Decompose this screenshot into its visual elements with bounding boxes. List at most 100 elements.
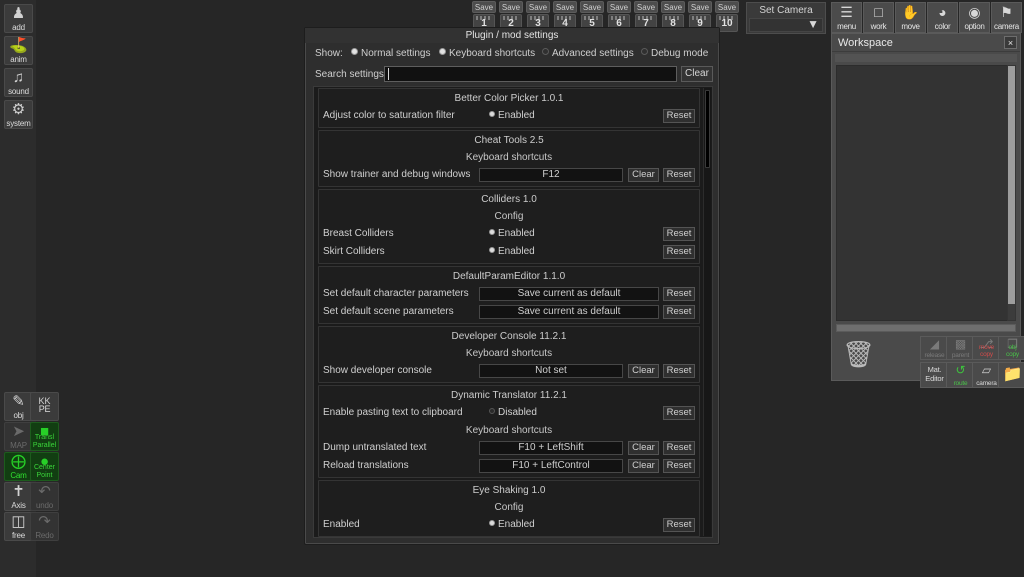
save-button[interactable]: Save	[526, 1, 550, 13]
clapperboard-camera-icon: ⚑	[1000, 4, 1013, 20]
sidebar-item-label: free	[12, 531, 25, 540]
toolbar-button-move[interactable]: ✋ move	[895, 2, 926, 33]
workspace-parent-button[interactable]: ▩ parent	[946, 336, 975, 360]
setting-row: Show trainer and debug windows F12 Clear Re…	[319, 166, 699, 184]
shortcut-field[interactable]: F10 + LeftControl	[479, 459, 623, 473]
workspace-object-list[interactable]	[836, 65, 1008, 321]
sidebar-item-transl-parallel[interactable]: ■ Transl Parallel	[30, 422, 59, 451]
workspace-move-copy-button[interactable]: ⎇ move copy	[972, 336, 1001, 360]
sidebar-item-sound[interactable]: ♫ sound	[4, 68, 33, 97]
toolbar-button-color[interactable]: ◕ color	[927, 2, 958, 33]
reset-button[interactable]: Reset	[663, 168, 695, 182]
workspace-scrollbar-thumb[interactable]	[1008, 66, 1015, 304]
action-field[interactable]: Save current as default	[479, 305, 659, 319]
save-button[interactable]: Save	[634, 1, 658, 13]
workspace-hscrollbar[interactable]	[836, 324, 1016, 332]
workspace-button-label: release	[924, 352, 945, 359]
reset-button[interactable]: Reset	[663, 305, 695, 319]
save-button[interactable]: Save	[688, 1, 712, 13]
action-field[interactable]: Save current as default	[479, 287, 659, 301]
workspace-folder-button[interactable]: 📁	[998, 362, 1024, 388]
toolbar-button-menu[interactable]: ☰ menu	[831, 2, 862, 33]
radio-debug-mode[interactable]: Debug mode	[641, 47, 708, 61]
plugin-card: Better Color Picker 1.0.1 Adjust color to…	[318, 88, 700, 128]
close-icon[interactable]: ×	[1004, 36, 1017, 49]
save-button[interactable]: Save	[715, 1, 739, 13]
app-root: ♟ add ⛳ anim ♫ sound ⚙ system ✎ obj KK P…	[0, 0, 1024, 577]
save-button[interactable]: Save	[580, 1, 604, 13]
sidebar-item-system[interactable]: ⚙ system	[4, 100, 33, 129]
sidebar-item-free[interactable]: ◫ free	[4, 512, 33, 541]
sidebar-item-cam[interactable]: ⨁ Cam	[4, 452, 33, 481]
sidebar-item-anim[interactable]: ⛳ anim	[4, 36, 33, 65]
workspace-obj-copy-button[interactable]: ❐ obj copy	[998, 336, 1024, 360]
shortcut-field[interactable]: Not set	[479, 364, 623, 378]
sidebar-item-label: sound	[8, 87, 29, 96]
setting-label: Skirt Colliders	[323, 246, 385, 257]
workspace-release-button[interactable]: ◢ release	[920, 336, 949, 360]
workspace-route-button[interactable]: ↺ route	[946, 362, 975, 388]
toolbar-button-work[interactable]: □ work	[863, 2, 894, 33]
gears-icon: ⚙	[11, 101, 26, 118]
save-button[interactable]: Save	[499, 1, 523, 13]
reset-button[interactable]: Reset	[663, 227, 695, 241]
setting-row: Set default character parameters Save cur…	[319, 285, 699, 303]
setting-toggle[interactable]: Enabled	[489, 243, 535, 261]
save-button[interactable]: Save	[472, 1, 496, 13]
reset-button[interactable]: Reset	[663, 287, 695, 301]
setting-row: Show developer console Not set Clear Reset	[319, 362, 699, 380]
color-palette-icon: ◕	[938, 4, 947, 20]
sidebar-item-undo[interactable]: ↶ undo	[30, 482, 59, 511]
toggle-indicator	[489, 247, 495, 253]
shortcut-field[interactable]: F10 + LeftShift	[479, 441, 623, 455]
setting-label: Enable pasting text to clipboard	[323, 407, 463, 418]
clear-search-button[interactable]: Clear	[681, 66, 713, 82]
workspace-material-editor-button[interactable]: Mat. Editor	[920, 362, 949, 388]
setting-toggle[interactable]: Enabled	[489, 225, 535, 243]
reset-button[interactable]: Reset	[663, 459, 695, 473]
radio-label: Keyboard shortcuts	[449, 48, 536, 59]
clear-button[interactable]: Clear	[628, 459, 659, 473]
plugin-title: Better Color Picker 1.0.1	[454, 93, 564, 104]
clear-button[interactable]: Clear	[628, 441, 659, 455]
clear-button[interactable]: Clear	[628, 168, 659, 182]
sidebar-item-kkpe[interactable]: KK PE	[30, 392, 59, 421]
shortcut-field[interactable]: F12	[479, 168, 623, 182]
radio-indicator	[641, 48, 648, 55]
radio-advanced-settings[interactable]: Advanced settings	[542, 47, 634, 61]
reset-button[interactable]: Reset	[663, 109, 695, 123]
settings-scrollbar-thumb[interactable]	[705, 90, 710, 168]
settings-scrollbar[interactable]	[703, 88, 711, 536]
save-button[interactable]: Save	[607, 1, 631, 13]
setting-toggle[interactable]: Disabled	[489, 404, 537, 422]
save-button[interactable]: Save	[553, 1, 577, 13]
sidebar-item-obj[interactable]: ✎ obj	[4, 392, 33, 421]
setting-row: Set default scene parameters Save current…	[319, 303, 699, 321]
toolbar-button-camera[interactable]: ⚑ camera	[991, 2, 1022, 33]
sidebar-item-redo[interactable]: ↷ Redo	[30, 512, 59, 541]
reset-button[interactable]: Reset	[663, 245, 695, 259]
workspace-scrollbar[interactable]	[1007, 65, 1016, 321]
save-button[interactable]: Save	[661, 1, 685, 13]
setting-toggle[interactable]: Enabled	[489, 516, 535, 534]
reset-button[interactable]: Reset	[663, 518, 695, 532]
sidebar-item-center-point[interactable]: ● Center Point	[30, 452, 59, 481]
radio-normal-settings[interactable]: Normal settings	[351, 47, 430, 61]
clear-button[interactable]: Clear	[628, 364, 659, 378]
plugin-title: Dynamic Translator 11.2.1	[451, 390, 567, 401]
set-camera-control[interactable]: Set Camera ▼	[746, 2, 826, 34]
reset-button[interactable]: Reset	[663, 441, 695, 455]
search-input[interactable]	[384, 66, 677, 82]
trash-can-icon[interactable]: 🗑	[842, 337, 875, 371]
toolbar-button-option[interactable]: ◉ option	[959, 2, 990, 33]
settings-scroll-area[interactable]: Better Color Picker 1.0.1 Adjust color to…	[313, 86, 713, 538]
sidebar-item-add[interactable]: ♟ add	[4, 4, 33, 33]
reset-button[interactable]: Reset	[663, 406, 695, 420]
sidebar-item-axis[interactable]: ✝ Axis	[4, 482, 33, 511]
setting-toggle[interactable]: Enabled	[489, 107, 535, 125]
reset-button[interactable]: Reset	[663, 364, 695, 378]
plugin-section-header: Keyboard shortcuts	[465, 152, 553, 163]
sidebar-item-map[interactable]: ➤ MAP	[4, 422, 33, 451]
radio-keyboard-shortcuts[interactable]: Keyboard shortcuts	[439, 47, 535, 61]
workspace-camera-button[interactable]: ▱ camera	[972, 362, 1001, 388]
